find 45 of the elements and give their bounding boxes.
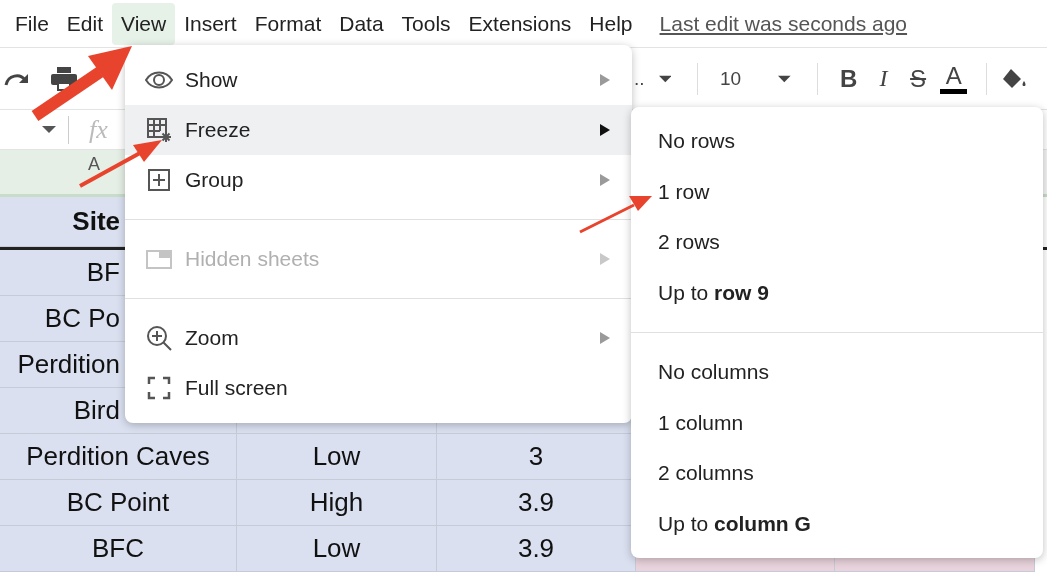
italic-button[interactable]: I bbox=[866, 65, 901, 92]
caret-icon[interactable] bbox=[658, 74, 672, 83]
table-cell: High bbox=[237, 480, 437, 526]
menu-item[interactable]: Extensions bbox=[459, 2, 581, 45]
caret-icon[interactable] bbox=[778, 74, 791, 83]
zoom-icon bbox=[145, 324, 173, 352]
menu-item[interactable]: No rows bbox=[631, 116, 1043, 167]
menu-item[interactable]: View bbox=[112, 2, 176, 45]
menu-item[interactable]: Help bbox=[580, 2, 642, 45]
menu-item[interactable]: Show bbox=[125, 55, 632, 105]
font-size-field[interactable]: 10 bbox=[719, 67, 765, 90]
menu-item[interactable]: 1 row bbox=[631, 166, 1043, 217]
fx-label: fx bbox=[89, 114, 108, 145]
text-color-button[interactable]: A bbox=[940, 63, 968, 94]
menu-item[interactable]: Edit bbox=[57, 2, 113, 45]
menu-item[interactable]: Insert bbox=[175, 2, 246, 45]
strikethrough-button[interactable]: S bbox=[900, 64, 936, 93]
menu-item[interactable]: Tools bbox=[392, 2, 460, 45]
last-edit-link[interactable]: Last edit was seconds ago bbox=[659, 11, 908, 36]
table-cell: Perdition Caves bbox=[0, 434, 237, 480]
menu-item[interactable]: Up to row 9 bbox=[631, 267, 1043, 318]
submenu-arrow-icon bbox=[600, 174, 610, 186]
menu-item[interactable]: No columns bbox=[631, 347, 1043, 398]
bold-button[interactable]: B bbox=[831, 64, 867, 93]
table-cell: BC Point bbox=[0, 480, 237, 526]
menu-item[interactable]: Data bbox=[330, 2, 393, 45]
freeze-icon bbox=[145, 116, 173, 144]
table-cell: BFC bbox=[0, 526, 237, 572]
menu-item[interactable]: File bbox=[6, 2, 58, 45]
table-cell: Low bbox=[237, 434, 437, 480]
font-name-dropdown[interactable]: .. bbox=[634, 67, 645, 90]
submenu-arrow-icon bbox=[600, 332, 610, 344]
submenu-arrow-icon bbox=[600, 74, 610, 86]
caret-icon[interactable] bbox=[42, 126, 56, 133]
table-cell: 3.9 bbox=[437, 526, 636, 572]
table-cell: Low bbox=[237, 526, 437, 572]
submenu-arrow-icon bbox=[600, 253, 610, 265]
menu-item[interactable]: Format bbox=[245, 2, 331, 45]
fill-color-icon[interactable] bbox=[1001, 66, 1027, 91]
print-icon[interactable] bbox=[50, 65, 78, 92]
submenu-arrow-icon bbox=[600, 124, 610, 136]
full-icon bbox=[145, 374, 173, 402]
menu-item[interactable]: Freeze bbox=[125, 105, 632, 155]
menu-item[interactable]: 2 rows bbox=[631, 217, 1043, 268]
plus-icon bbox=[145, 166, 173, 194]
